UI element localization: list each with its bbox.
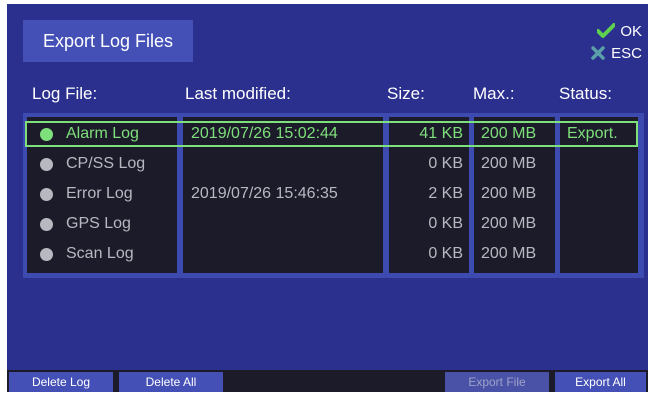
row-max: 200 MB <box>481 215 537 232</box>
x-icon <box>591 46 605 60</box>
row-max: 200 MB <box>481 185 537 202</box>
row-size: 0 KB <box>428 245 463 262</box>
export-all-button[interactable]: Export All <box>555 372 646 392</box>
hotkey-legend: OK ESC <box>590 20 642 64</box>
row-max: 200 MB <box>481 155 537 172</box>
row-name: CP/SS Log <box>66 155 146 172</box>
header-size: Size: <box>387 84 425 103</box>
check-icon <box>597 23 616 38</box>
row-max: 200 MB <box>481 245 537 262</box>
table-row-alarm-log[interactable]: Alarm Log 2019/07/26 15:02:44 41 KB 200 … <box>23 119 644 149</box>
table-row-error-log[interactable]: Error Log 2019/07/26 15:46:35 2 KB 200 M… <box>23 179 644 209</box>
header-status: Status: <box>559 84 612 103</box>
row-modified: 2019/07/26 15:02:44 <box>191 125 338 142</box>
export-file-button[interactable]: Export File <box>445 372 549 392</box>
row-max: 200 MB <box>481 125 537 142</box>
delete-all-button[interactable]: Delete All <box>119 372 223 392</box>
row-name: Alarm Log <box>66 125 139 142</box>
esc-label: ESC <box>611 44 642 62</box>
delete-log-button[interactable]: Delete Log <box>9 372 113 392</box>
table-row-cpss-log[interactable]: CP/SS Log 0 KB 200 MB <box>23 149 644 179</box>
row-size: 41 KB <box>419 125 463 142</box>
row-name: Error Log <box>66 185 133 202</box>
log-rows: Alarm Log 2019/07/26 15:02:44 41 KB 200 … <box>23 113 644 278</box>
header-log-file: Log File: <box>32 84 98 103</box>
table-row-gps-log[interactable]: GPS Log 0 KB 200 MB <box>23 209 644 239</box>
export-log-screen: Export Log Files OK ESC Log File: Last m… <box>7 4 648 392</box>
row-size: 2 KB <box>428 185 463 202</box>
log-table: Alarm Log 2019/07/26 15:02:44 41 KB 200 … <box>23 113 644 278</box>
ok-hotkey[interactable]: OK <box>590 20 642 42</box>
header-last-modified: Last modified: <box>185 84 291 103</box>
row-name: Scan Log <box>66 245 134 262</box>
row-status: Export. <box>567 125 618 142</box>
status-dot-icon <box>40 158 53 171</box>
ok-label: OK <box>620 22 642 40</box>
row-modified: 2019/07/26 15:46:35 <box>191 185 338 202</box>
row-size: 0 KB <box>428 155 463 172</box>
status-dot-icon <box>40 128 53 141</box>
status-dot-icon <box>40 218 53 231</box>
esc-hotkey[interactable]: ESC <box>590 42 642 64</box>
page-title: Export Log Files <box>23 20 193 62</box>
status-dot-icon <box>40 188 53 201</box>
row-size: 0 KB <box>428 215 463 232</box>
row-name: GPS Log <box>66 215 131 232</box>
table-row-scan-log[interactable]: Scan Log 0 KB 200 MB <box>23 239 644 269</box>
status-dot-icon <box>40 248 53 261</box>
header-max: Max.: <box>473 84 515 103</box>
table-header: Log File: Last modified: Size: Max.: Sta… <box>7 84 648 108</box>
